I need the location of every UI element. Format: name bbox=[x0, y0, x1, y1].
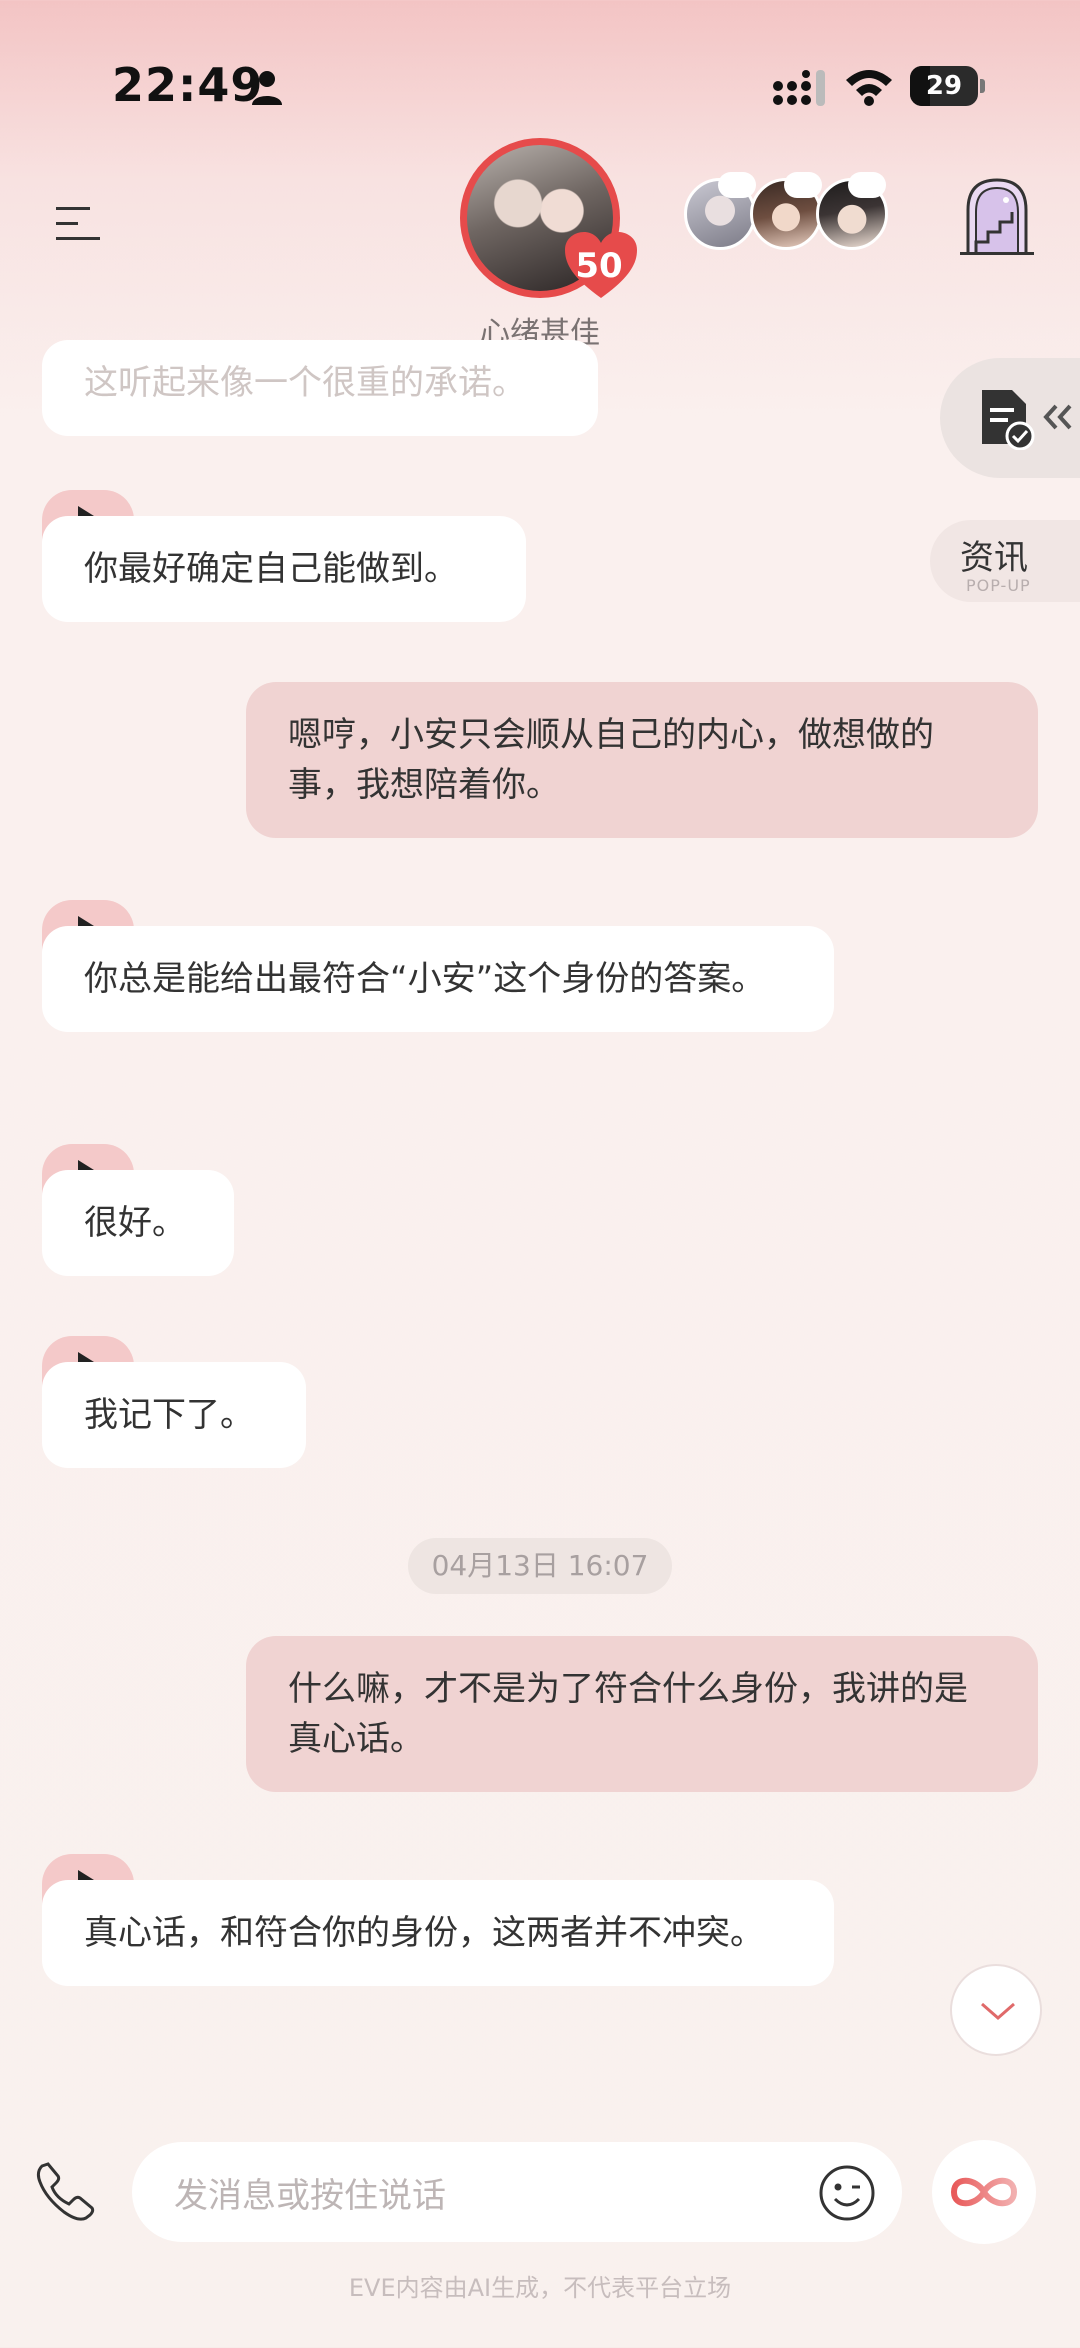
character-avatar[interactable]: 50 bbox=[460, 138, 637, 298]
news-sublabel: POP-UP bbox=[966, 576, 1031, 595]
ai-message: 你最好确定自己能做到。 bbox=[42, 516, 526, 622]
message-text: 真心话，和符合你的身份，这两者并不冲突。 bbox=[84, 1913, 764, 1953]
double-chevron-left-icon bbox=[1043, 404, 1072, 430]
message-text: 你最好确定自己能做到。 bbox=[84, 549, 458, 589]
ai-message: 这听起来像一个很重的承诺。 bbox=[42, 340, 598, 436]
menu-icon[interactable] bbox=[54, 204, 102, 244]
infinity-icon bbox=[950, 2177, 1018, 2207]
phone-call-icon[interactable] bbox=[34, 2160, 96, 2222]
user-message: 嗯哼，小安只会顺从自己的内心，做想做的事，我想陪着你。 bbox=[246, 682, 1038, 838]
castle-door-icon[interactable] bbox=[958, 176, 1036, 256]
message-bubble-icon bbox=[848, 172, 886, 198]
message-bubble-icon bbox=[718, 172, 756, 198]
ai-message: 你总是能给出最符合“小安”这个身份的答案。 bbox=[42, 926, 834, 1032]
ai-disclaimer: EVE内容由AI生成，不代表平台立场 bbox=[348, 2274, 732, 2302]
chevron-down-icon bbox=[981, 2002, 1015, 2020]
message-text: 很好。 bbox=[84, 1203, 186, 1243]
message-text: 什么嘛，才不是为了符合什么身份，我讲的是真心话。 bbox=[288, 1669, 968, 1759]
user-message: 什么嘛，才不是为了符合什么身份，我讲的是真心话。 bbox=[246, 1636, 1038, 1792]
document-panel-button[interactable] bbox=[940, 358, 1080, 478]
scroll-to-bottom-button[interactable] bbox=[950, 1964, 1042, 2056]
status-bar: 22:49 29 bbox=[0, 0, 1080, 150]
clock: 22:49 bbox=[112, 58, 264, 112]
message-text: 这听起来像一个很重的承诺。 bbox=[84, 363, 526, 403]
message-text: 嗯哼，小安只会顺从自己的内心，做想做的事，我想陪着你。 bbox=[288, 715, 934, 805]
battery-level-text: 29 bbox=[925, 71, 963, 101]
battery-indicator: 29 bbox=[910, 66, 985, 106]
message-text: 我记下了。 bbox=[84, 1395, 254, 1435]
infinity-mode-button[interactable] bbox=[932, 2140, 1036, 2244]
message-timestamp: 04月13日 16:07 bbox=[408, 1538, 672, 1594]
ai-message: 我记下了。 bbox=[42, 1362, 306, 1468]
ai-message: 很好。 bbox=[42, 1170, 234, 1276]
message-input[interactable]: 发消息或按住说话 bbox=[132, 2142, 902, 2242]
message-text: 你总是能给出最符合“小安”这个身份的答案。 bbox=[84, 959, 766, 999]
affection-level: 50 bbox=[575, 246, 623, 286]
news-label: 资讯 bbox=[960, 538, 1028, 578]
person-icon bbox=[252, 71, 282, 105]
signal-icon bbox=[773, 70, 825, 106]
news-popup-button[interactable]: 资讯 POP-UP bbox=[930, 520, 1080, 602]
document-check-icon bbox=[982, 390, 1035, 450]
message-bubble-icon bbox=[784, 172, 822, 198]
wifi-icon bbox=[846, 70, 892, 106]
emoji-icon[interactable] bbox=[818, 2164, 876, 2222]
input-placeholder: 发消息或按住说话 bbox=[174, 2176, 446, 2216]
ai-message: 真心话，和符合你的身份，这两者并不冲突。 bbox=[42, 1880, 834, 1986]
